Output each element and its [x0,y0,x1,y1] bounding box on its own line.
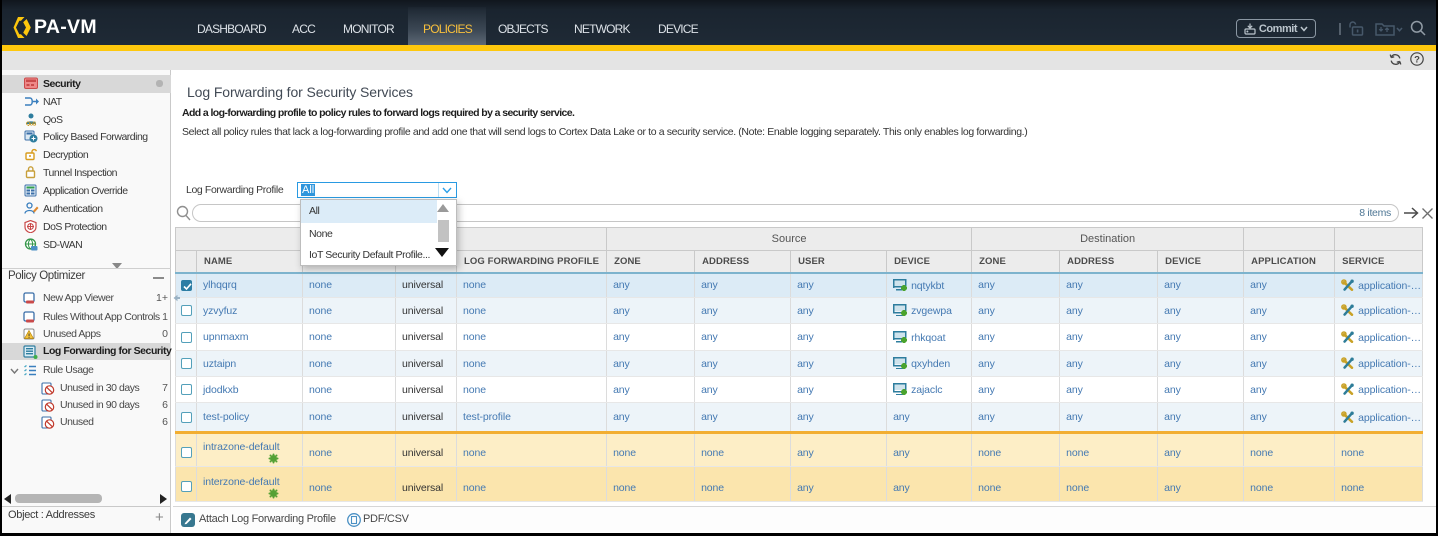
svg-text:?: ? [1414,55,1420,66]
svg-text:QoS: QoS [26,122,37,127]
